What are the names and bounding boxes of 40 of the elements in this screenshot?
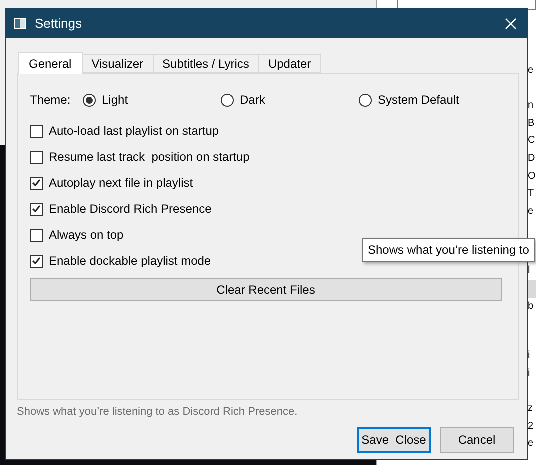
checkmark-icon bbox=[32, 257, 41, 265]
settings-tab[interactable]: Visualizer bbox=[82, 54, 154, 73]
file-row[interactable]: b bbox=[528, 298, 536, 316]
file-row[interactable]: T bbox=[528, 185, 536, 203]
tooltip: Shows what you’re listening to bbox=[362, 238, 536, 262]
file-row[interactable]: e bbox=[528, 202, 536, 220]
option-checkbox[interactable]: Enable dockable playlist mode bbox=[30, 248, 212, 274]
settings-tab[interactable]: General bbox=[18, 52, 83, 74]
checkmark-icon bbox=[32, 179, 41, 187]
cancel-button[interactable]: Cancel bbox=[440, 427, 514, 453]
file-row[interactable]: D bbox=[528, 150, 536, 168]
help-text: Shows what you’re listening to as Discord Rich Presence. bbox=[17, 405, 299, 419]
theme-radio[interactable]: System Default bbox=[359, 91, 460, 109]
file-row[interactable]: B bbox=[528, 114, 536, 132]
settings-tab[interactable]: Updater bbox=[259, 54, 322, 73]
file-row[interactable]: z bbox=[528, 400, 536, 418]
option-checkbox[interactable]: Autoplay next file in playlist bbox=[30, 170, 194, 196]
window-app-icon bbox=[14, 18, 26, 29]
file-row[interactable]: O bbox=[528, 168, 536, 186]
option-checkbox[interactable]: Enable Discord Rich Presence bbox=[30, 196, 212, 222]
option-checkbox[interactable]: Auto-load last playlist on startup bbox=[30, 118, 220, 144]
save-close-button[interactable]: Save Close bbox=[357, 427, 431, 453]
file-row[interactable]: C bbox=[528, 132, 536, 150]
checkmark-icon bbox=[32, 205, 41, 213]
clear-recent-button[interactable]: Clear Recent Files bbox=[30, 278, 502, 301]
file-row[interactable]: e bbox=[528, 62, 536, 80]
file-row[interactable]: i bbox=[528, 364, 536, 382]
option-checkbox[interactable]: Resume last track position on startup bbox=[30, 144, 250, 170]
file-row[interactable]: i bbox=[528, 347, 536, 365]
close-icon bbox=[505, 18, 517, 30]
theme-radio[interactable]: Dark bbox=[221, 91, 359, 109]
theme-radio[interactable]: Light bbox=[83, 91, 221, 109]
theme-label: Theme: bbox=[30, 92, 70, 109]
file-row[interactable]: n bbox=[528, 97, 536, 115]
file-row[interactable]: l bbox=[528, 262, 536, 280]
file-row[interactable]: 2 bbox=[528, 418, 536, 436]
file-row[interactable]: e bbox=[528, 435, 536, 453]
settings-tab[interactable]: Subtitles / Lyrics bbox=[154, 54, 260, 73]
window-title: Settings bbox=[35, 14, 83, 33]
option-checkbox[interactable]: Always on top bbox=[30, 222, 124, 248]
